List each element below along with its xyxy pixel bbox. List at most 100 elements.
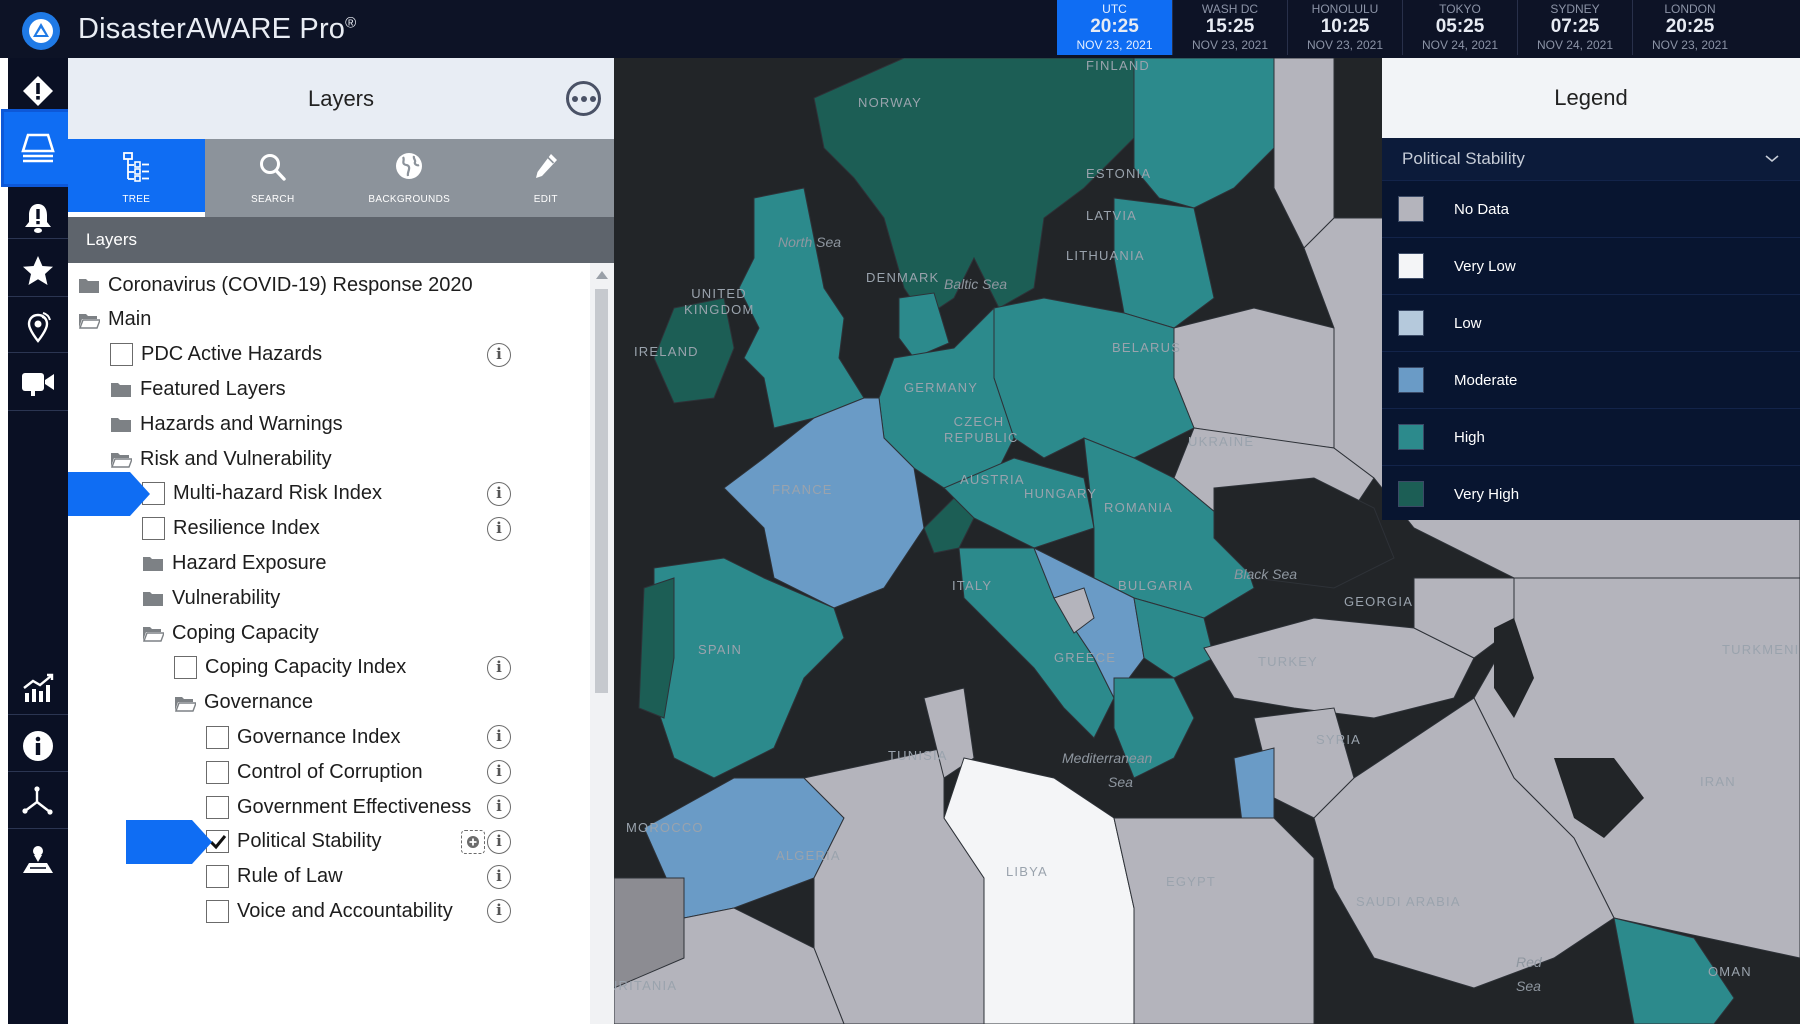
rail-divider <box>8 410 68 411</box>
map-icon[interactable] <box>8 832 68 888</box>
clock-city: UTC <box>1102 2 1127 16</box>
clock-tokyo[interactable]: TOKYO 05:25 NOV 24, 2021 <box>1402 0 1517 55</box>
legend-swatch <box>1398 367 1424 393</box>
tree-item-label: Coping Capacity Index <box>205 656 407 679</box>
folder-open-icon[interactable] <box>110 450 134 468</box>
map-label-hungary: HUNGARY <box>1024 486 1098 501</box>
sea-label-mediterranean-sea: Sea <box>1108 774 1133 790</box>
map-label-turkmenistan: TURKMENIS <box>1722 642 1800 657</box>
legend-item-label: Moderate <box>1454 371 1518 389</box>
chevron-down-icon[interactable] <box>1764 150 1780 166</box>
layers-tabs: TREE SEARCH BACKGROUNDS EDIT <box>68 139 614 217</box>
hazards-icon[interactable] <box>8 63 68 119</box>
clock-date: NOV 23, 2021 <box>1076 38 1153 52</box>
analytics-icon[interactable] <box>8 661 68 717</box>
clock-date: NOV 24, 2021 <box>1421 38 1499 52</box>
map-label-france: FRANCE <box>772 482 833 497</box>
tree-item-label: Featured Layers <box>140 377 286 400</box>
map-label-denmark: DENMARK <box>866 270 940 285</box>
map-label-bulgaria: BULGARIA <box>1118 578 1194 593</box>
checkbox[interactable] <box>206 795 229 819</box>
sea-label-mediterranean: Mediterranean <box>1062 750 1153 766</box>
sea-label-baltic-sea: Baltic Sea <box>944 276 1008 292</box>
tools-icon[interactable] <box>8 775 68 831</box>
clock-date: NOV 23, 2021 <box>1191 38 1269 52</box>
folder-open-icon[interactable] <box>174 694 198 712</box>
map-label-belarus: BELARUS <box>1112 340 1182 355</box>
info-icon[interactable]: i <box>487 725 511 750</box>
tab-tree[interactable]: TREE <box>68 139 205 217</box>
clock-city: HONOLULU <box>1311 2 1379 16</box>
checkbox[interactable] <box>110 343 133 367</box>
info-icon[interactable]: i <box>487 864 511 889</box>
info-icon[interactable]: i <box>487 481 511 506</box>
map-label-georgia: GEORGIA <box>1344 594 1414 609</box>
tab-edit[interactable]: EDIT <box>478 139 615 217</box>
app-title-text: DisasterAWARE Pro <box>78 13 346 45</box>
folder-icon[interactable] <box>78 276 100 294</box>
folder-icon[interactable] <box>110 415 132 433</box>
checkbox[interactable] <box>174 656 197 680</box>
globe-icon <box>396 153 423 179</box>
clock-date: NOV 24, 2021 <box>1536 38 1614 52</box>
folder-icon[interactable] <box>142 554 164 572</box>
tab-label: SEARCH <box>251 194 295 205</box>
map-label-italy: ITALY <box>952 578 993 593</box>
info-icon[interactable]: i <box>487 899 511 924</box>
folder-icon[interactable] <box>110 380 132 398</box>
clock-date: NOV 23, 2021 <box>1306 38 1384 52</box>
clock-utc[interactable]: UTC 20:25 NOV 23, 2021 <box>1057 0 1172 55</box>
layers-icon[interactable] <box>1 109 75 187</box>
folder-open-icon[interactable] <box>142 624 166 642</box>
checkbox[interactable] <box>206 725 229 749</box>
more-dot-icon <box>589 95 596 102</box>
tree-item-label: PDC Active Hazards <box>141 343 323 366</box>
folder-icon[interactable] <box>142 589 164 607</box>
tab-label: BACKGROUNDS <box>368 194 451 205</box>
scroll-thumb[interactable] <box>595 289 608 693</box>
layer-tree: Coronavirus (COVID-19) Response 2020 Main… <box>68 263 590 1024</box>
checkbox[interactable] <box>206 760 229 784</box>
info-icon[interactable] <box>8 718 68 774</box>
layers-header: Layers <box>68 58 614 139</box>
favorites-icon[interactable] <box>8 243 68 299</box>
legend-layer-header[interactable]: Political Stability <box>1382 138 1800 180</box>
clock-honolulu[interactable]: HONOLULU 10:25 NOV 23, 2021 <box>1287 0 1402 55</box>
location-icon[interactable] <box>8 300 68 356</box>
map-label-oman: OMAN <box>1708 964 1752 979</box>
info-icon[interactable]: i <box>487 795 511 819</box>
map-label-norway: NORWAY <box>858 95 923 110</box>
tab-search[interactable]: SEARCH <box>205 139 342 217</box>
tree-item-label: Hazard Exposure <box>172 551 327 574</box>
sea-label-red-sea: Sea <box>1516 978 1541 994</box>
zoom-to-layer-icon[interactable] <box>461 829 485 854</box>
sea-label-north-sea: North Sea <box>778 234 842 250</box>
info-icon[interactable]: i <box>487 342 511 367</box>
video-icon[interactable] <box>8 355 68 411</box>
info-icon[interactable]: i <box>487 829 511 854</box>
map-label-algeria: ALGERIA <box>776 848 841 863</box>
tree-scrollbar[interactable] <box>590 263 614 1024</box>
more-options-button[interactable] <box>566 81 601 116</box>
tree-item-label: Government Effectiveness <box>237 795 472 818</box>
map-label-latvia: LATVIA <box>1086 208 1138 223</box>
info-icon[interactable]: i <box>487 655 511 680</box>
tree-item-voice-and-accountability[interactable]: Voice and Accountability <box>206 891 453 931</box>
rail-divider <box>8 238 68 239</box>
scroll-up-icon[interactable] <box>596 271 608 279</box>
tree-item-label: Main <box>108 308 152 331</box>
clock-sydney[interactable]: SYDNEY 07:25 NOV 24, 2021 <box>1517 0 1632 55</box>
tree-item-label: Risk and Vulnerability <box>140 447 332 470</box>
map-label-germany: GERMANY <box>904 380 979 395</box>
info-icon[interactable]: i <box>487 516 511 541</box>
tab-backgrounds[interactable]: BACKGROUNDS <box>341 139 478 217</box>
checkbox[interactable] <box>206 899 229 923</box>
clock-london[interactable]: LONDON 20:25 NOV 23, 2021 <box>1632 0 1747 55</box>
folder-open-icon[interactable] <box>78 311 102 329</box>
tree-item-label: Voice and Accountability <box>237 899 453 922</box>
info-icon[interactable]: i <box>487 760 511 785</box>
map-label-estonia: ESTONIA <box>1086 166 1152 181</box>
brand-logo-icon[interactable] <box>22 12 60 50</box>
clock-wash-dc[interactable]: WASH DC 15:25 NOV 23, 2021 <box>1172 0 1287 55</box>
layers-title: Layers <box>307 86 375 111</box>
